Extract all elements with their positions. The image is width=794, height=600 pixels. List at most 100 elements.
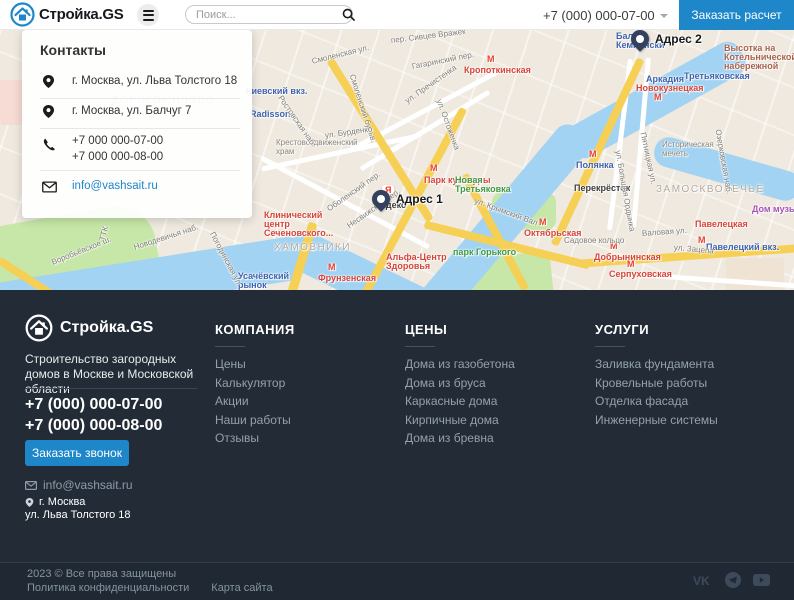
footer-bottom-bar: 2023 © Все права защищены Политика конфи… — [0, 562, 794, 600]
telegram-link[interactable] — [725, 572, 741, 588]
vk-link[interactable]: VK — [693, 574, 713, 587]
divider — [215, 346, 245, 347]
footer-logo-text: Стройка.GS — [60, 319, 153, 337]
footer-column-title: КОМПАНИЯ — [215, 322, 395, 337]
phone-icon — [42, 138, 56, 152]
youtube-link[interactable] — [753, 574, 770, 586]
divider — [40, 98, 240, 99]
divider — [40, 128, 240, 129]
footer-link[interactable]: Дома из бруса — [405, 378, 585, 390]
footer-address: г. Москва — [25, 496, 85, 508]
search-box — [185, 5, 353, 24]
footer-email-text: info@vashsait.ru — [43, 478, 133, 492]
divider — [40, 170, 240, 171]
footer-link[interactable]: Наши работы — [215, 415, 395, 427]
map[interactable]: ДОРОГОМИЛОВОХАМОВНИКИЗАМОСКВОРЕЧЬЕКропот… — [0, 30, 794, 290]
footer-logo[interactable]: Стройка.GS — [25, 314, 153, 342]
map-pin-icon — [368, 186, 393, 211]
map-label: Альфа-Центр Здоровья — [386, 253, 447, 271]
map-label: Смоленская ул. — [311, 43, 370, 66]
youtube-icon — [753, 574, 770, 586]
footer-column-company: КОМПАНИЯ Цены Калькулятор Акции Наши работы… — [215, 322, 395, 452]
map-marker-address-1[interactable]: Адрес 1 — [372, 190, 443, 208]
footer: Стройка.GS Строительство загородных домо… — [0, 290, 794, 562]
map-label: Фрунзенская — [318, 274, 376, 283]
footer-link[interactable]: Калькулятор — [215, 378, 395, 390]
chevron-down-icon — [660, 14, 668, 18]
map-label: М — [698, 236, 706, 245]
contact-email-link[interactable]: info@vashsait.ru — [72, 180, 158, 192]
footer-description: Строительство загородных домов в Москве … — [25, 352, 210, 397]
menu-button[interactable] — [137, 4, 159, 26]
footer-column-title: ЦЕНЫ — [405, 322, 585, 337]
order-call-button[interactable]: Заказать звонок — [25, 440, 129, 466]
copyright: 2023 © Все права защищены — [27, 568, 176, 580]
map-label: Киевский вкз. — [246, 87, 307, 96]
footer-address-line1: г. Москва — [39, 496, 85, 508]
vk-icon: VK — [693, 574, 713, 587]
contacts-card: Контакты г. Москва, ул. Льва Толстого 18… — [22, 30, 252, 218]
divider — [25, 388, 197, 389]
footer-link[interactable]: Дома из газобетона — [405, 359, 585, 371]
header-phone[interactable]: +7 (000) 000-07-00 — [543, 0, 668, 30]
map-label: Серпуховская — [609, 270, 672, 279]
privacy-policy-link[interactable]: Политика конфиденциальности — [27, 582, 189, 594]
search-icon[interactable] — [342, 8, 355, 21]
map-label: парк Горького — [453, 248, 516, 257]
sitemap-link[interactable]: Карта сайта — [211, 582, 272, 594]
logo-house-icon — [10, 2, 35, 27]
footer-address-line2: ул. Льва Толстого 18 — [25, 509, 131, 521]
map-label: ул. Крымский Вал — [473, 196, 538, 227]
map-label: Воробьёвское ш. — [50, 235, 112, 267]
map-marker-address-2[interactable]: Адрес 2 — [631, 30, 702, 48]
footer-column-title: УСЛУГИ — [595, 322, 775, 337]
footer-column-links: Заливка фундамента Кровельные работы Отдел… — [595, 359, 775, 426]
footer-link[interactable]: Отделка фасада — [595, 396, 775, 408]
footer-column-services: УСЛУГИ Заливка фундамента Кровельные рабо… — [595, 322, 775, 433]
footer-phone-1[interactable]: +7 (000) 000-07-00 — [25, 396, 162, 414]
envelope-icon — [42, 181, 57, 193]
footer-email-link[interactable]: info@vashsait.ru — [25, 478, 133, 492]
footer-link[interactable]: Инженерные системы — [595, 415, 775, 427]
map-marker-label: Адрес 2 — [655, 32, 702, 46]
search-input[interactable] — [186, 9, 342, 21]
page: Стройка.GS +7 (000) 000-07-00 Заказать р… — [0, 0, 794, 600]
map-label: М — [627, 260, 635, 269]
contact-address-1: г. Москва, ул. Льва Толстого 18 — [72, 75, 237, 87]
footer-link[interactable]: Кирпичные дома — [405, 415, 585, 427]
order-calculation-button[interactable]: Заказать расчет — [679, 0, 794, 30]
map-label: Кропоткинская — [464, 66, 531, 75]
contact-address-2: г. Москва, ул. Балчуг 7 — [72, 105, 191, 117]
footer-link[interactable]: Дома из бревна — [405, 433, 585, 445]
map-label: Павелецкий вкз. — [706, 243, 779, 252]
footer-link[interactable]: Кровельные работы — [595, 378, 775, 390]
footer-link[interactable]: Каркасные дома — [405, 396, 585, 408]
map-label: Дом музыки — [752, 205, 794, 214]
footer-link[interactable]: Отзывы — [215, 433, 395, 445]
footer-link[interactable]: Заливка фундамента — [595, 359, 775, 371]
map-label: Клинический центр Сеченовского... — [264, 211, 333, 238]
map-label: Новодевичья наб. — [133, 222, 200, 251]
footer-column-prices: ЦЕНЫ Дома из газобетона Дома из бруса Карк… — [405, 322, 585, 452]
telegram-icon — [725, 572, 741, 588]
map-label: Пятницкая ул. — [639, 132, 659, 185]
map-label: Усачёвский рынок — [238, 272, 289, 290]
map-label: Новая Третьяковка — [455, 176, 511, 194]
map-label: пер. Сивцев Вражек — [390, 30, 466, 45]
map-label: Садовое кольцо — [564, 236, 624, 245]
footer-link[interactable]: Цены — [215, 359, 395, 371]
map-label: ЗАМОСКВОРЕЧЬЕ — [656, 185, 765, 194]
map-label: Полянка — [576, 161, 614, 170]
footer-phone-2[interactable]: +7 (000) 000-08-00 — [25, 417, 162, 435]
location-pin-icon — [25, 497, 34, 508]
footer-link[interactable]: Акции — [215, 396, 395, 408]
logo-text: Стройка.GS — [39, 6, 123, 23]
map-label: Валовая ул. — [642, 226, 687, 238]
footer-column-links: Дома из газобетона Дома из бруса Каркасные… — [405, 359, 585, 445]
map-label: Новокузнецкая — [636, 84, 704, 93]
map-label: М — [654, 93, 662, 102]
location-pin-icon — [42, 104, 55, 119]
contact-phone-2: +7 000 000-08-00 — [72, 151, 163, 163]
logo[interactable]: Стройка.GS — [10, 2, 123, 27]
map-label: М — [539, 218, 547, 227]
